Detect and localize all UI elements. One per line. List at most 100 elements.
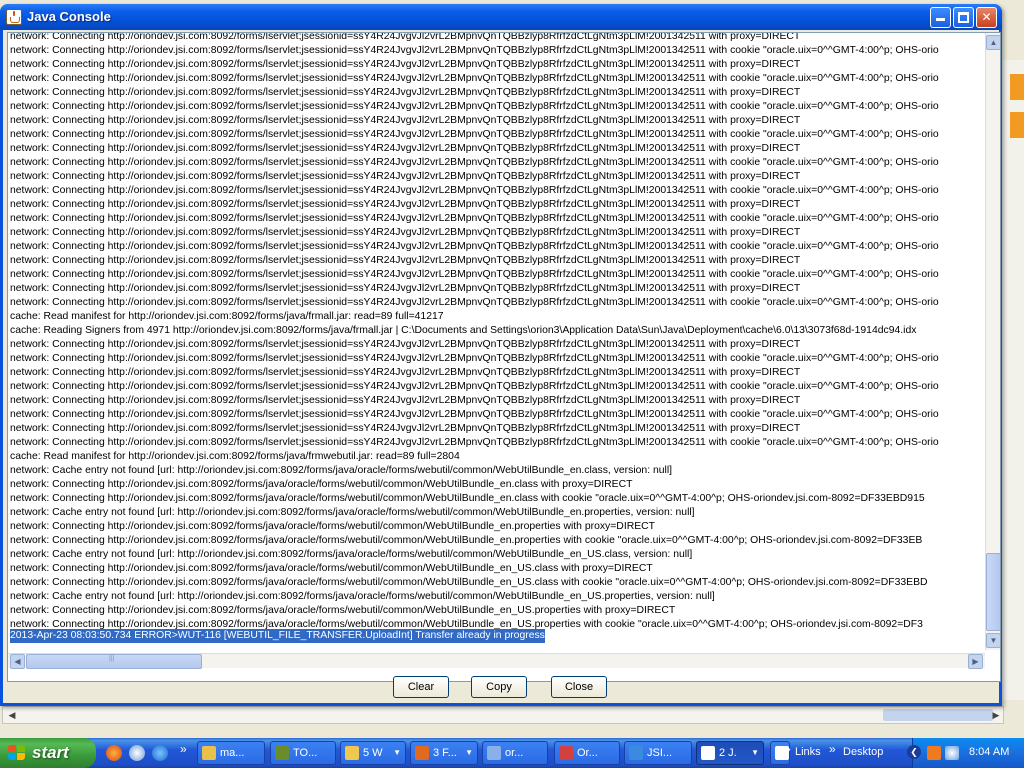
log-line[interactable]: network: Connecting http://oriondev.jsi.…: [10, 562, 982, 576]
app-icon: [275, 746, 289, 760]
ie-quicklaunch-icon[interactable]: [152, 745, 168, 761]
taskbar-button[interactable]: Or...: [554, 741, 620, 765]
copy-button[interactable]: Copy: [471, 676, 527, 698]
background-horizontal-scrollbar[interactable]: ◀ ▶: [2, 706, 1004, 724]
log-line[interactable]: network: Connecting http://oriondev.jsi.…: [10, 422, 982, 436]
log-line[interactable]: network: Cache entry not found [url: htt…: [10, 548, 982, 562]
log-line[interactable]: network: Connecting http://oriondev.jsi.…: [10, 72, 982, 86]
background-scrollbar-thumb[interactable]: [883, 709, 993, 721]
log-line[interactable]: network: Connecting http://oriondev.jsi.…: [10, 33, 982, 44]
log-line[interactable]: network: Connecting http://oriondev.jsi.…: [10, 142, 982, 156]
log-line[interactable]: network: Connecting http://oriondev.jsi.…: [10, 268, 982, 282]
minimize-button[interactable]: [930, 7, 951, 28]
background-orange-tab: [1010, 112, 1024, 138]
log-line[interactable]: cache: Read manifest for http://oriondev…: [10, 450, 982, 464]
dialog-button-row: Clear Copy Close: [3, 676, 999, 700]
scroll-left-arrow-icon[interactable]: ◀: [5, 708, 19, 722]
log-line[interactable]: network: Connecting http://oriondev.jsi.…: [10, 184, 982, 198]
log-line[interactable]: network: Connecting http://oriondev.jsi.…: [10, 408, 982, 422]
log-line[interactable]: network: Connecting http://oriondev.jsi.…: [10, 128, 982, 142]
taskbar-button[interactable]: ma...: [197, 741, 265, 765]
log-line[interactable]: cache: Reading Signers from 4971 http://…: [10, 324, 982, 338]
taskbar-button-label: 2 J.: [719, 747, 737, 759]
vertical-scrollbar-thumb[interactable]: [986, 553, 1000, 631]
vertical-scrollbar[interactable]: ▲ ▼: [985, 33, 1000, 650]
taskbar-button[interactable]: or...: [482, 741, 548, 765]
scroll-right-arrow-icon[interactable]: ▶: [989, 708, 1003, 722]
links-chevron-icon[interactable]: »: [784, 742, 791, 756]
log-line[interactable]: network: Connecting http://oriondev.jsi.…: [10, 352, 982, 366]
log-line[interactable]: network: Connecting http://oriondev.jsi.…: [10, 380, 982, 394]
log-line[interactable]: network: Connecting http://oriondev.jsi.…: [10, 520, 982, 534]
group-dropdown-icon: ▼: [393, 748, 401, 757]
horizontal-scrollbar[interactable]: ◀ ▶: [8, 653, 985, 669]
log-line[interactable]: network: Connecting http://oriondev.jsi.…: [10, 44, 982, 58]
quicklaunch-chevron-icon[interactable]: »: [180, 742, 187, 756]
clock: 8:04 AM: [969, 746, 1010, 758]
taskbar-button[interactable]: 5 W ▼: [340, 741, 406, 765]
log-line[interactable]: network: Connecting http://oriondev.jsi.…: [10, 604, 982, 618]
log-line[interactable]: network: Connecting http://oriondev.jsi.…: [10, 198, 982, 212]
folder-mail-icon: [202, 746, 216, 760]
group-dropdown-icon: ▼: [751, 748, 759, 757]
log-line[interactable]: network: Connecting http://oriondev.jsi.…: [10, 338, 982, 352]
scroll-down-arrow-icon[interactable]: ▼: [986, 633, 1000, 648]
log-line[interactable]: network: Connecting http://oriondev.jsi.…: [10, 58, 982, 72]
taskbar-button[interactable]: 2 J. ▼: [696, 741, 764, 765]
log-line[interactable]: cache: Read manifest for http://oriondev…: [10, 310, 982, 324]
log-line[interactable]: network: Connecting http://oriondev.jsi.…: [10, 282, 982, 296]
log-line[interactable]: network: Connecting http://oriondev.jsi.…: [10, 114, 982, 128]
log-line[interactable]: network: Connecting http://oriondev.jsi.…: [10, 100, 982, 114]
user-tray-icon[interactable]: [945, 746, 959, 760]
log-line[interactable]: network: Connecting http://oriondev.jsi.…: [10, 86, 982, 100]
desktop-chevron-icon[interactable]: »: [829, 742, 836, 756]
java-console-window: Java Console ✕ network: Connecting http:…: [0, 4, 1002, 706]
log-line[interactable]: network: Cache entry not found [url: htt…: [10, 464, 982, 478]
taskbar-button[interactable]: JSI...: [624, 741, 692, 765]
scroll-left-arrow-icon[interactable]: ◀: [10, 654, 25, 669]
console-log-textarea[interactable]: network: Connecting http://oriondev.jsi.…: [7, 32, 1001, 682]
log-line[interactable]: network: Cache entry not found [url: htt…: [10, 506, 982, 520]
close-window-button[interactable]: ✕: [976, 7, 997, 28]
java-cup-icon: [6, 9, 22, 25]
log-line[interactable]: network: Connecting http://oriondev.jsi.…: [10, 240, 982, 254]
taskbar-button[interactable]: TO...: [270, 741, 336, 765]
title-bar[interactable]: Java Console ✕: [0, 4, 1002, 30]
log-line[interactable]: network: Cache entry not found [url: htt…: [10, 590, 982, 604]
log-line[interactable]: network: Connecting http://oriondev.jsi.…: [10, 492, 982, 506]
log-line[interactable]: network: Connecting http://oriondev.jsi.…: [10, 296, 982, 310]
tray-expand-icon[interactable]: ❮: [907, 745, 921, 759]
taskbar: start » ma... TO... 5 W ▼ 3 F... ▼ or... Or... J…: [0, 738, 1024, 768]
horizontal-scrollbar-thumb[interactable]: [26, 654, 202, 669]
firefox-quicklaunch-icon[interactable]: [106, 745, 122, 761]
scroll-right-arrow-icon[interactable]: ▶: [968, 654, 983, 669]
taskbar-button[interactable]: 3 F... ▼: [410, 741, 478, 765]
selected-error-line[interactable]: 2013-Apr-23 08:03:50.734 ERROR>WUT-116 […: [10, 629, 545, 643]
log-line[interactable]: network: Connecting http://oriondev.jsi.…: [10, 170, 982, 184]
links-toolbar-label[interactable]: Links: [795, 746, 821, 758]
taskbar-button-label: Or...: [577, 747, 598, 759]
show-desktop-quicklaunch-icon[interactable]: [129, 745, 145, 761]
start-label: start: [32, 743, 69, 762]
log-line[interactable]: network: Connecting http://oriondev.jsi.…: [10, 394, 982, 408]
log-line[interactable]: network: Connecting http://oriondev.jsi.…: [10, 254, 982, 268]
log-line[interactable]: network: Connecting http://oriondev.jsi.…: [10, 576, 982, 590]
maximize-button[interactable]: [953, 7, 974, 28]
log-line[interactable]: network: Connecting http://oriondev.jsi.…: [10, 534, 982, 548]
log-line[interactable]: network: Connecting http://oriondev.jsi.…: [10, 366, 982, 380]
log-line[interactable]: network: Connecting http://oriondev.jsi.…: [10, 436, 982, 450]
desktop-toolbar-label[interactable]: Desktop: [843, 746, 883, 758]
log-line[interactable]: network: Connecting http://oriondev.jsi.…: [10, 212, 982, 226]
java-tray-icon[interactable]: [927, 746, 941, 760]
clear-button[interactable]: Clear: [393, 676, 449, 698]
close-button[interactable]: Close: [551, 676, 607, 698]
close-icon: ✕: [981, 10, 992, 24]
scroll-up-arrow-icon[interactable]: ▲: [986, 35, 1000, 50]
log-line[interactable]: network: Connecting http://oriondev.jsi.…: [10, 156, 982, 170]
start-button[interactable]: start: [0, 738, 96, 768]
log-line[interactable]: network: Connecting http://oriondev.jsi.…: [10, 478, 982, 492]
system-tray: ❮ 8:04 AM: [907, 738, 1024, 768]
maximize-icon: [958, 12, 969, 23]
log-line[interactable]: network: Connecting http://oriondev.jsi.…: [10, 226, 982, 240]
taskbar-button-label: TO...: [293, 747, 318, 759]
